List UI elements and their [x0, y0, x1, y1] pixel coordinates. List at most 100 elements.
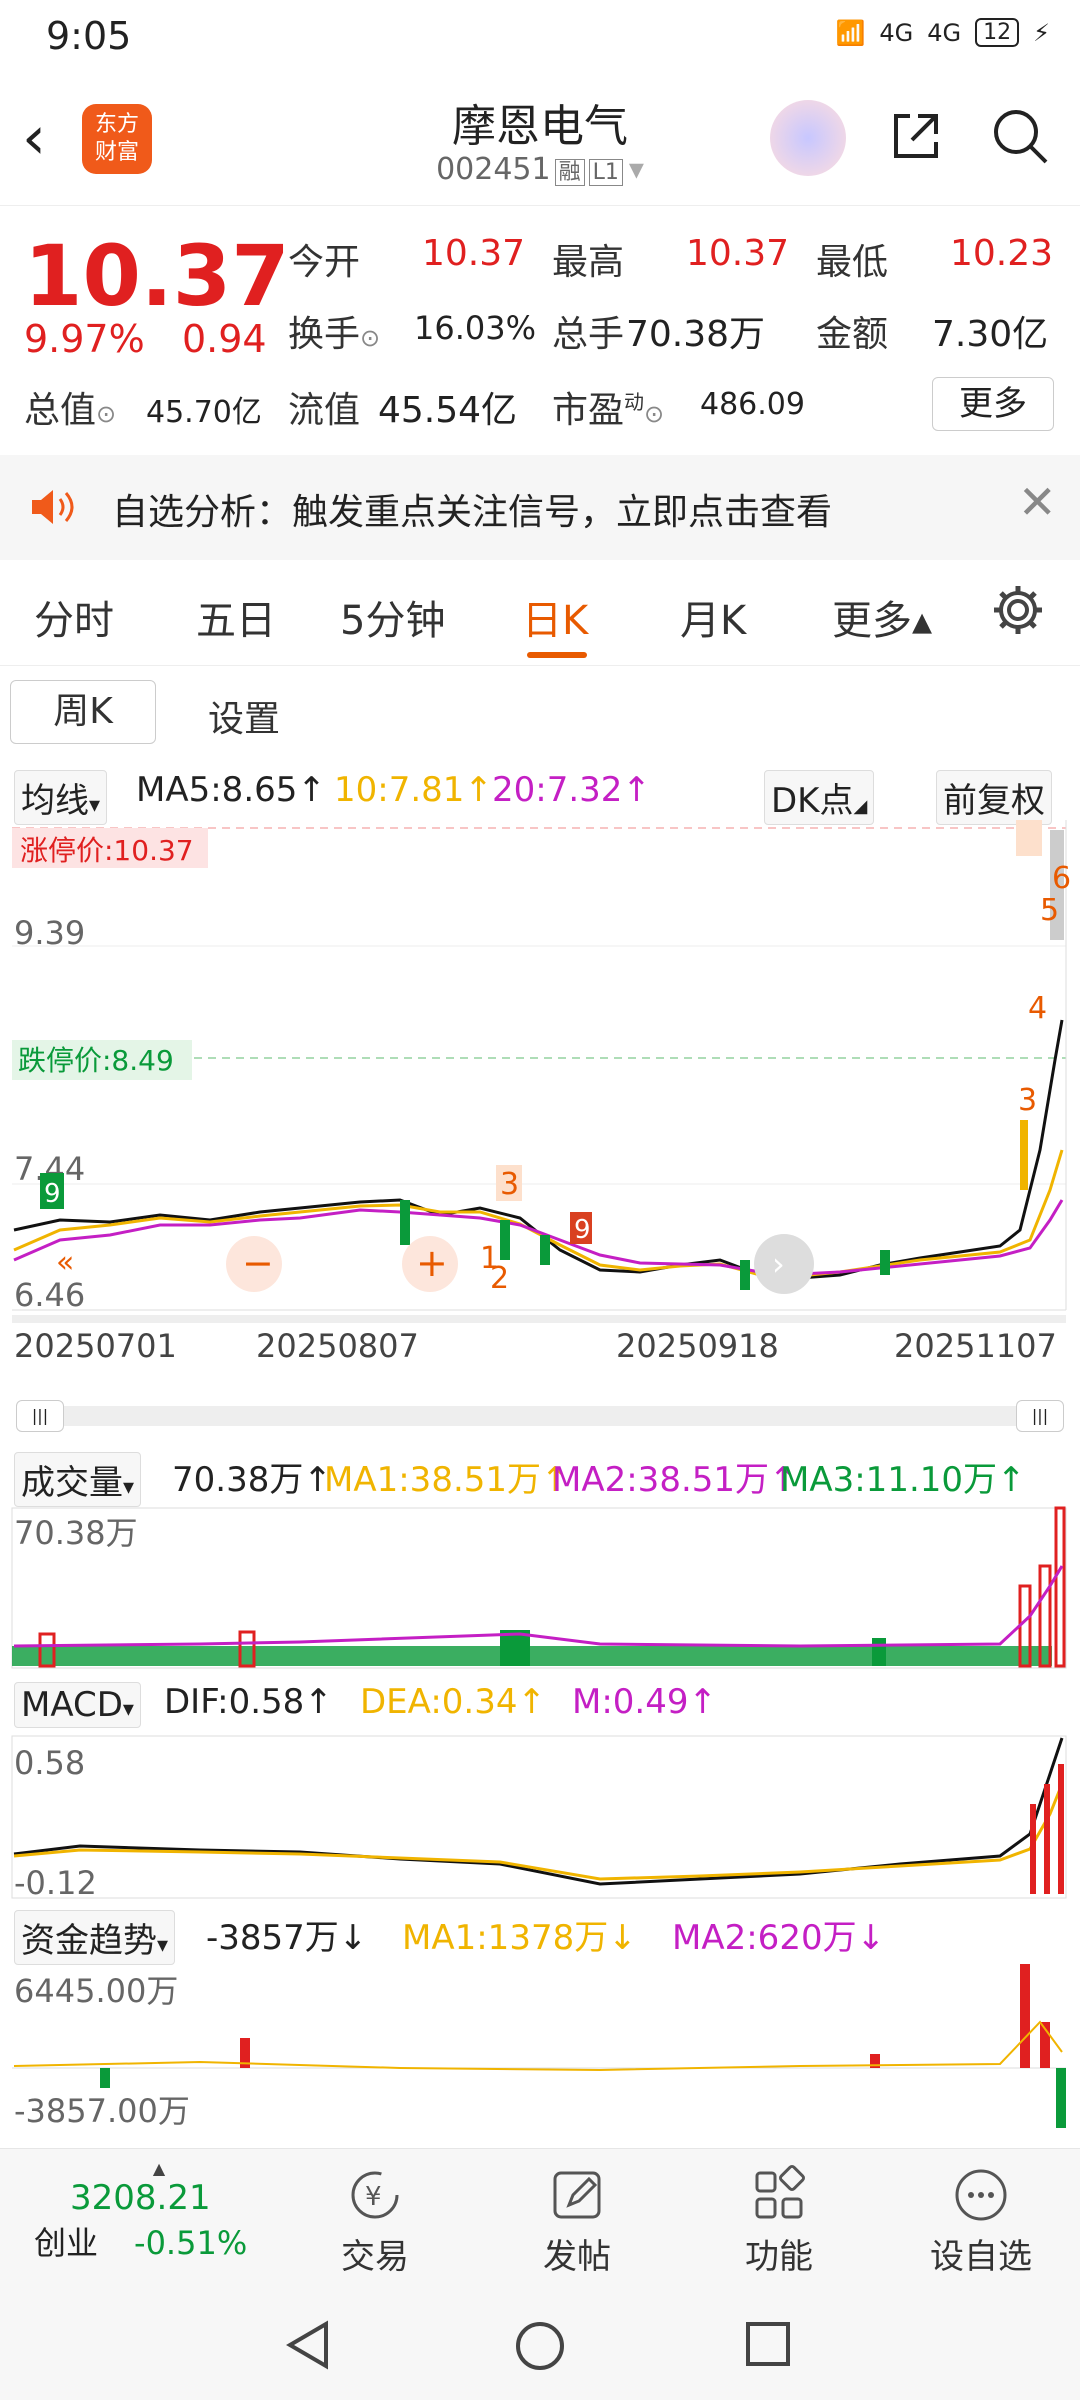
status-bar: 9:05 📶 4G 4G 12 ⚡ [0, 0, 1080, 72]
tab-more[interactable]: 更多▴ [832, 588, 932, 646]
change-percent: 9.97% [24, 317, 145, 361]
tab-intraday[interactable]: 分时 [34, 588, 114, 646]
dk-point-select[interactable]: DK点◢ [764, 770, 875, 825]
fund-axis-top: 6445.00万 [14, 1972, 178, 2010]
weekly-k-button[interactable]: 周K [10, 680, 156, 744]
tab-5min[interactable]: 5分钟 [340, 588, 445, 646]
volume-value: 70.38万↑ [172, 1460, 332, 1500]
high-value: 10.37 [686, 233, 790, 274]
scroll-handle-left[interactable]: ||| [16, 1400, 64, 1432]
macd-bar [1030, 1804, 1036, 1894]
scroll-handle-right[interactable]: ||| [1016, 1400, 1064, 1432]
kline-marker-label: 3 [500, 1167, 519, 1202]
fund-value: -3857万↓ [206, 1918, 368, 1958]
time-range-scrollbar[interactable]: ||| ||| [16, 1400, 1064, 1432]
float-label: 流值 [288, 390, 361, 431]
info-icon: ⊙ [644, 400, 665, 428]
index-ticker[interactable]: ▲ 3208.21 创业 -0.51% [34, 2159, 284, 2264]
macd-dea: DEA:0.34↑ [360, 1682, 546, 1722]
kline-marker-label: 6 [1052, 861, 1071, 896]
margin-tag: 融 [554, 159, 585, 186]
macd-chart[interactable]: 0.58 -0.12 [0, 1734, 1080, 1900]
stock-code: 002451 [436, 152, 551, 187]
mktcap-label: 总值⊙ [24, 390, 117, 431]
ma10-value: 10:7.81↑ [334, 770, 493, 810]
y-tick: 9.39 [14, 914, 85, 952]
share-icon[interactable] [888, 108, 944, 164]
change-amount: 0.94 [182, 317, 267, 361]
tab-monthly-k[interactable]: 月K [680, 588, 746, 646]
fund-ma-line [13, 2020, 1063, 2072]
volume-chart[interactable]: 70.38万 [0, 1506, 1080, 1670]
close-icon[interactable]: ✕ [1018, 475, 1057, 529]
nav-recent-icon[interactable] [744, 2320, 792, 2368]
trade-button[interactable]: ¥ 交易 [300, 2165, 450, 2278]
volume-ma1: MA1:38.51万↑ [324, 1460, 570, 1500]
date-tick: 20250807 [256, 1327, 419, 1365]
ma20-value: 20:7.32↑ [492, 770, 651, 810]
svg-text:¥: ¥ [365, 2182, 382, 2212]
kline-marker-label: 4 [1028, 991, 1047, 1026]
pe-label: 市盈动⊙ [552, 390, 665, 431]
high-label: 最高 [552, 242, 625, 283]
kline-chart[interactable]: 涨停价:10.37 9.39 跌停价:8.49 7.44 6.46 9 9 3 … [0, 820, 1080, 1400]
post-button[interactable]: 发帖 [502, 2165, 652, 2278]
limit-up-label: 涨停价:10.37 [20, 834, 194, 867]
date-tick: 20251107 [894, 1327, 1057, 1365]
volume-bar [872, 1638, 886, 1666]
kline-marker-label: 9 [574, 1215, 591, 1245]
kline-marker-label: 2 [490, 1261, 509, 1296]
macd-dif: DIF:0.58↑ [164, 1682, 333, 1722]
chart-setting-button[interactable]: 设置 [208, 690, 280, 742]
search-icon[interactable] [990, 106, 1050, 166]
period-tabs: 分时 五日 5分钟 日K 月K 更多▴ [0, 560, 1080, 666]
macd-axis-top: 0.58 [14, 1744, 85, 1782]
stock-header: ‹ 东方 财富 摩恩电气 002451 融 L1 ▾ [0, 80, 1080, 206]
tab-daily-k[interactable]: 日K [522, 588, 588, 646]
level-tag: L1 [588, 159, 623, 186]
tab-five-day[interactable]: 五日 [196, 588, 276, 646]
volume-axis-top: 70.38万 [14, 1514, 138, 1552]
kline-marker-label: 3 [1018, 1083, 1037, 1118]
float-value: 45.54亿 [378, 390, 518, 431]
battery-icon: 12 [975, 18, 1020, 47]
kline-marker-label: 9 [44, 1179, 61, 1209]
macd-indicator-select[interactable]: MACD▾ [14, 1682, 141, 1728]
turnover-value: 16.03% [414, 309, 537, 347]
more-quote-button[interactable]: 更多 [932, 377, 1054, 431]
fund-bar [100, 2068, 110, 2088]
info-icon: ⊙ [360, 324, 381, 352]
candle-bar [400, 1200, 410, 1245]
ai-assistant-icon[interactable] [770, 100, 846, 176]
candle-bar [740, 1260, 750, 1290]
fund-trend-chart[interactable]: 6445.00万 -3857.00万 [0, 1962, 1080, 2130]
limit-down-label: 跌停价:8.49 [18, 1044, 174, 1077]
function-button[interactable]: 功能 [704, 2165, 854, 2278]
banner-text: 自选分析：触发重点关注信号，立即点击查看 [112, 492, 833, 533]
volume-indicator-select[interactable]: 成交量▾ [14, 1452, 142, 1507]
gear-icon[interactable] [990, 582, 1046, 638]
turnover-label: 换手⊙ [288, 314, 381, 355]
index-name: 创业 [34, 2224, 99, 2262]
candle-bar [540, 1235, 550, 1265]
bottom-navigation: ▲ 3208.21 创业 -0.51% ¥ 交易 发帖 功能 设自选 [0, 2148, 1080, 2281]
nav-home-icon[interactable] [514, 2320, 566, 2372]
dea-line [13, 1783, 1064, 1881]
macd-bar [1044, 1784, 1050, 1894]
fund-ma1: MA1:1378万↓ [402, 1918, 637, 1958]
index-percent: -0.51% [134, 2224, 248, 2262]
quote-panel: 10.37 9.97% 0.94 今开 10.37 最高 10.37 最低 10… [0, 205, 1080, 455]
fund-indicator-select[interactable]: 资金趋势▾ [14, 1910, 176, 1965]
volume-bar [1054, 1506, 1066, 1668]
more-dots-icon [955, 2169, 1007, 2221]
add-favorite-button[interactable]: 设自选 [906, 2165, 1056, 2278]
alert-banner[interactable]: 自选分析：触发重点关注信号，立即点击查看 ✕ [0, 455, 1080, 560]
price-adjust-select[interactable]: 前复权 [936, 770, 1052, 825]
candle-bar [880, 1250, 890, 1275]
y-tick: 6.46 [14, 1276, 85, 1314]
status-time: 9:05 [46, 14, 132, 58]
chevron-right-icon: › [772, 1245, 785, 1283]
volume-bars [12, 1646, 1052, 1666]
ma-type-select[interactable]: 均线▾ [14, 770, 108, 825]
nav-back-icon[interactable] [286, 2320, 330, 2370]
